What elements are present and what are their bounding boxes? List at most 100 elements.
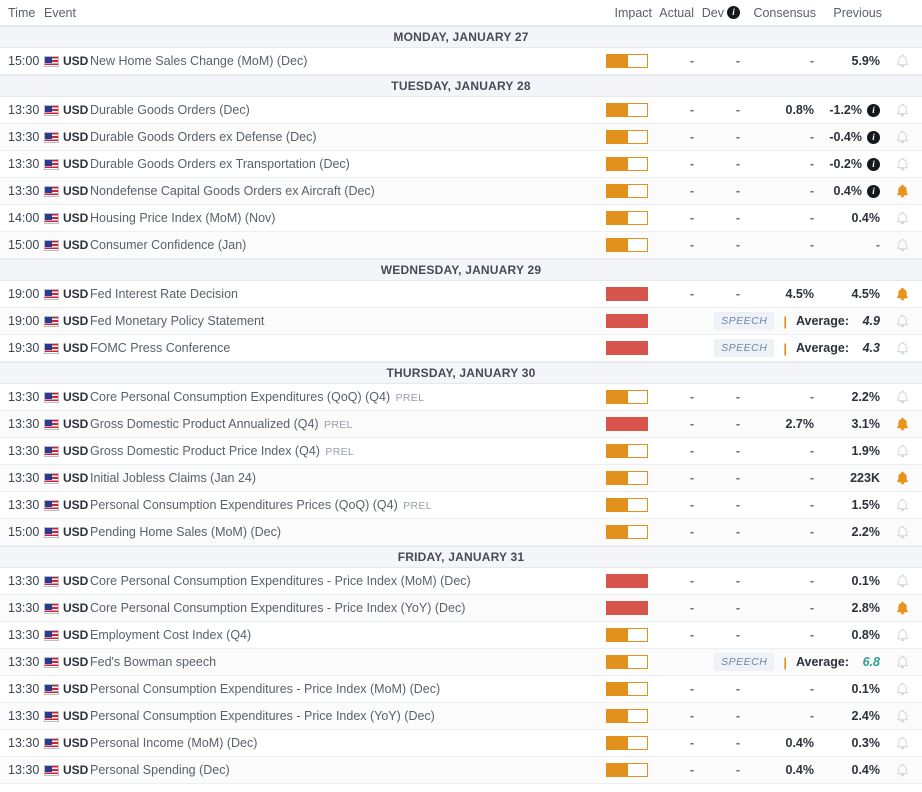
event-name[interactable]: Consumer Confidence (Jan) [90,238,586,252]
event-alert-cell[interactable] [882,417,922,432]
impact-bar-medium[interactable] [606,682,648,696]
event-name[interactable]: Personal Spending (Dec) [90,763,586,777]
table-row[interactable]: 13:30 USD Personal Spending (Dec) - - 0.4% 0.4… [0,757,922,784]
impact-bar-high[interactable] [606,601,648,615]
table-row[interactable]: 13:30 USD Gross Domestic Product Annualize… [0,411,922,438]
alert-bell-icon[interactable] [896,498,909,513]
event-name[interactable]: Initial Jobless Claims (Jan 24) [90,471,586,485]
impact-bar-medium[interactable] [606,471,648,485]
column-header-event[interactable]: Event [44,6,586,20]
event-alert-cell[interactable] [882,709,922,724]
alert-bell-icon[interactable] [896,736,909,751]
event-alert-cell[interactable] [882,736,922,751]
impact-bar-medium[interactable] [606,103,648,117]
impact-bar-medium[interactable] [606,655,648,669]
table-row[interactable]: 13:30 USD Personal Consumption Expenditure… [0,676,922,703]
alert-bell-icon[interactable] [896,417,909,432]
info-icon[interactable]: i [867,184,880,198]
table-row[interactable]: 14:00 USD Housing Price Index (MoM) (Nov) -… [0,205,922,232]
event-alert-cell[interactable] [882,184,922,199]
table-row[interactable]: 19:00 USD Fed Interest Rate Decision - - 4.5%… [0,281,922,308]
table-row[interactable]: 13:30 USD Nondefense Capital Goods Orders … [0,178,922,205]
table-row[interactable]: 15:00 USD Pending Home Sales (MoM) (Dec) - -… [0,519,922,546]
impact-bar-medium[interactable] [606,130,648,144]
alert-bell-icon[interactable] [896,130,909,145]
info-icon[interactable]: i [867,103,880,117]
alert-bell-icon[interactable] [896,628,909,643]
impact-bar-medium[interactable] [606,390,648,404]
event-name[interactable]: Durable Goods Orders ex Transportation (… [90,157,586,171]
alert-bell-icon[interactable] [896,525,909,540]
alert-bell-icon[interactable] [896,157,909,172]
table-row[interactable]: 13:30 USD Personal Income (MoM) (Dec) - - 0.4… [0,730,922,757]
event-alert-cell[interactable] [882,211,922,226]
table-row[interactable]: 13:30 USD Durable Goods Orders ex Defense … [0,124,922,151]
alert-bell-icon[interactable] [896,601,909,616]
impact-bar-high[interactable] [606,314,648,328]
event-alert-cell[interactable] [882,763,922,778]
column-header-dev[interactable]: Dev i [694,6,740,20]
impact-bar-medium[interactable] [606,157,648,171]
table-row[interactable]: 13:30 USD Personal Consumption Expenditure… [0,492,922,519]
table-row[interactable]: 15:00 USD Consumer Confidence (Jan) - - - - [0,232,922,259]
impact-bar-medium[interactable] [606,54,648,68]
event-name[interactable]: Housing Price Index (MoM) (Nov) [90,211,586,225]
event-alert-cell[interactable] [882,238,922,253]
table-row[interactable]: 13:30 USD Core Personal Consumption Expend… [0,384,922,411]
table-row[interactable]: 13:30 USD Gross Domestic Product Price Ind… [0,438,922,465]
impact-bar-high[interactable] [606,417,648,431]
table-row[interactable]: 13:30 USD Core Personal Consumption Expend… [0,568,922,595]
event-alert-cell[interactable] [882,54,922,69]
impact-bar-high[interactable] [606,287,648,301]
alert-bell-icon[interactable] [896,211,909,226]
event-alert-cell[interactable] [882,628,922,643]
event-alert-cell[interactable] [882,444,922,459]
event-name[interactable]: Fed Monetary Policy Statement [90,314,586,328]
event-name[interactable]: Core Personal Consumption Expenditures -… [90,574,586,588]
event-alert-cell[interactable] [882,655,922,670]
table-row[interactable]: 13:30 USD Durable Goods Orders ex Transpor… [0,151,922,178]
alert-bell-icon[interactable] [896,655,909,670]
impact-bar-medium[interactable] [606,736,648,750]
event-name[interactable]: Personal Income (MoM) (Dec) [90,736,586,750]
impact-bar-medium[interactable] [606,763,648,777]
alert-bell-icon[interactable] [896,471,909,486]
event-alert-cell[interactable] [882,287,922,302]
event-name[interactable]: Personal Consumption Expenditures - Pric… [90,682,586,696]
event-name[interactable]: Gross Domestic Product Annualized (Q4) P… [90,417,586,431]
table-row[interactable]: 19:00 USD Fed Monetary Policy Statement SPE… [0,308,922,335]
impact-bar-medium[interactable] [606,444,648,458]
alert-bell-icon[interactable] [896,103,909,118]
event-name[interactable]: Pending Home Sales (MoM) (Dec) [90,525,586,539]
event-alert-cell[interactable] [882,471,922,486]
alert-bell-icon[interactable] [896,238,909,253]
alert-bell-icon[interactable] [896,444,909,459]
table-row[interactable]: 13:30 USD Fed's Bowman speech SPEECH | Averag… [0,649,922,676]
event-name[interactable]: New Home Sales Change (MoM) (Dec) [90,54,586,68]
table-row[interactable]: 13:30 USD Employment Cost Index (Q4) - - - 0.8… [0,622,922,649]
impact-bar-high[interactable] [606,341,648,355]
event-name[interactable]: Fed's Bowman speech [90,655,586,669]
event-alert-cell[interactable] [882,103,922,118]
impact-bar-medium[interactable] [606,238,648,252]
info-icon[interactable]: i [727,6,740,19]
impact-bar-high[interactable] [606,574,648,588]
alert-bell-icon[interactable] [896,184,909,199]
table-row[interactable]: 13:30 USD Personal Consumption Expenditure… [0,703,922,730]
table-row[interactable]: 13:30 USD Durable Goods Orders (Dec) - - 0.8%… [0,97,922,124]
column-header-actual[interactable]: Actual [652,6,694,20]
event-name[interactable]: Core Personal Consumption Expenditures (… [90,390,586,404]
event-name[interactable]: Nondefense Capital Goods Orders ex Aircr… [90,184,586,198]
event-alert-cell[interactable] [882,157,922,172]
impact-bar-medium[interactable] [606,211,648,225]
info-icon[interactable]: i [867,130,880,144]
event-name[interactable]: Durable Goods Orders (Dec) [90,103,586,117]
column-header-time[interactable]: Time [0,6,44,20]
info-icon[interactable]: i [867,157,880,171]
event-alert-cell[interactable] [882,130,922,145]
alert-bell-icon[interactable] [896,709,909,724]
event-alert-cell[interactable] [882,682,922,697]
impact-bar-medium[interactable] [606,525,648,539]
table-row[interactable]: 15:00 USD New Home Sales Change (MoM) (Dec… [0,48,922,75]
event-alert-cell[interactable] [882,525,922,540]
